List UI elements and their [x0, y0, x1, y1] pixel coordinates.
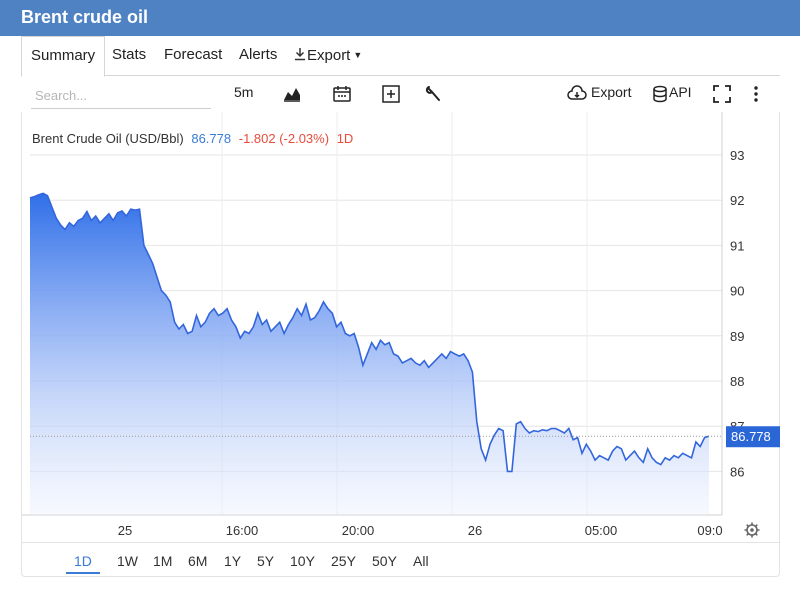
x-tick-label: 20:00	[342, 523, 375, 538]
instrument-change: -1.802 (-2.03%)	[239, 131, 329, 146]
x-tick-label: 16:00	[226, 523, 259, 538]
range-selector: 1D 1W 1M 6M 1Y 5Y 10Y 25Y 50Y All	[21, 542, 780, 577]
range-1w[interactable]: 1W	[117, 553, 138, 569]
add-indicator-icon[interactable]	[380, 83, 402, 105]
search-input[interactable]	[31, 83, 211, 109]
range-50y[interactable]: 50Y	[372, 553, 397, 569]
x-tick-label: 26	[468, 523, 482, 538]
export-button[interactable]: Export	[591, 84, 631, 100]
price-area	[30, 193, 709, 515]
chart-panel: 8687888990919293 2516:0020:002605:0009:0…	[21, 112, 780, 542]
y-tick-label: 90	[730, 284, 744, 299]
last-price-label: 86.778	[731, 429, 771, 444]
x-tick-label: 25	[118, 523, 132, 538]
range-5y[interactable]: 5Y	[257, 553, 274, 569]
y-tick-label: 89	[730, 329, 744, 344]
interval-selector[interactable]: 5m	[234, 84, 253, 100]
tab-forecast[interactable]: Forecast	[164, 36, 222, 76]
range-1m[interactable]: 1M	[153, 553, 172, 569]
range-1y[interactable]: 1Y	[224, 553, 241, 569]
tab-bar: Summary Stats Forecast Alerts Export ▼	[21, 36, 780, 77]
instrument-name: Brent Crude Oil (USD/Bbl)	[32, 131, 184, 146]
tab-alerts[interactable]: Alerts	[239, 36, 277, 76]
tab-stats[interactable]: Stats	[112, 36, 146, 76]
x-tick-label: 05:00	[585, 523, 618, 538]
chart-toolbar: 5m Export API	[21, 77, 780, 111]
database-icon[interactable]	[649, 83, 671, 105]
page-title: Brent crude oil	[21, 7, 149, 27]
chart-type-icon[interactable]	[281, 83, 303, 105]
range-all[interactable]: All	[413, 553, 429, 569]
app-header: Brent crude oil	[0, 0, 800, 36]
cloud-download-icon[interactable]	[566, 83, 588, 105]
range-10y[interactable]: 10Y	[290, 553, 315, 569]
instrument-legend: Brent Crude Oil (USD/Bbl) 86.778 -1.802 …	[32, 131, 353, 146]
download-icon	[295, 48, 305, 61]
wrench-icon[interactable]	[422, 83, 444, 105]
instrument-period: 1D	[337, 131, 354, 146]
x-axis: 25 16:00 20:00 26 05:00 09:0	[118, 523, 723, 538]
tab-summary[interactable]: Summary	[21, 36, 106, 77]
price-chart[interactable]: 8687888990919293 2516:0020:002605:0009:0…	[22, 112, 781, 542]
y-tick-label: 92	[730, 193, 744, 208]
chevron-down-icon: ▼	[353, 50, 363, 60]
y-tick-label: 91	[730, 238, 744, 253]
range-6m[interactable]: 6M	[188, 553, 207, 569]
instrument-price: 86.778	[191, 131, 231, 146]
more-options-icon[interactable]	[745, 83, 767, 105]
range-1d[interactable]: 1D	[66, 553, 100, 574]
api-button[interactable]: API	[669, 84, 692, 100]
tab-export[interactable]: Export ▼	[293, 36, 362, 76]
y-tick-label: 88	[730, 374, 744, 389]
fullscreen-icon[interactable]	[711, 83, 733, 105]
y-tick-label: 86	[730, 464, 744, 479]
x-tick-label: 09:0	[697, 523, 722, 538]
tab-export-label: Export	[307, 47, 351, 64]
gear-icon[interactable]	[744, 522, 760, 538]
calendar-icon[interactable]	[331, 83, 353, 105]
y-tick-label: 93	[730, 148, 744, 163]
range-25y[interactable]: 25Y	[331, 553, 356, 569]
